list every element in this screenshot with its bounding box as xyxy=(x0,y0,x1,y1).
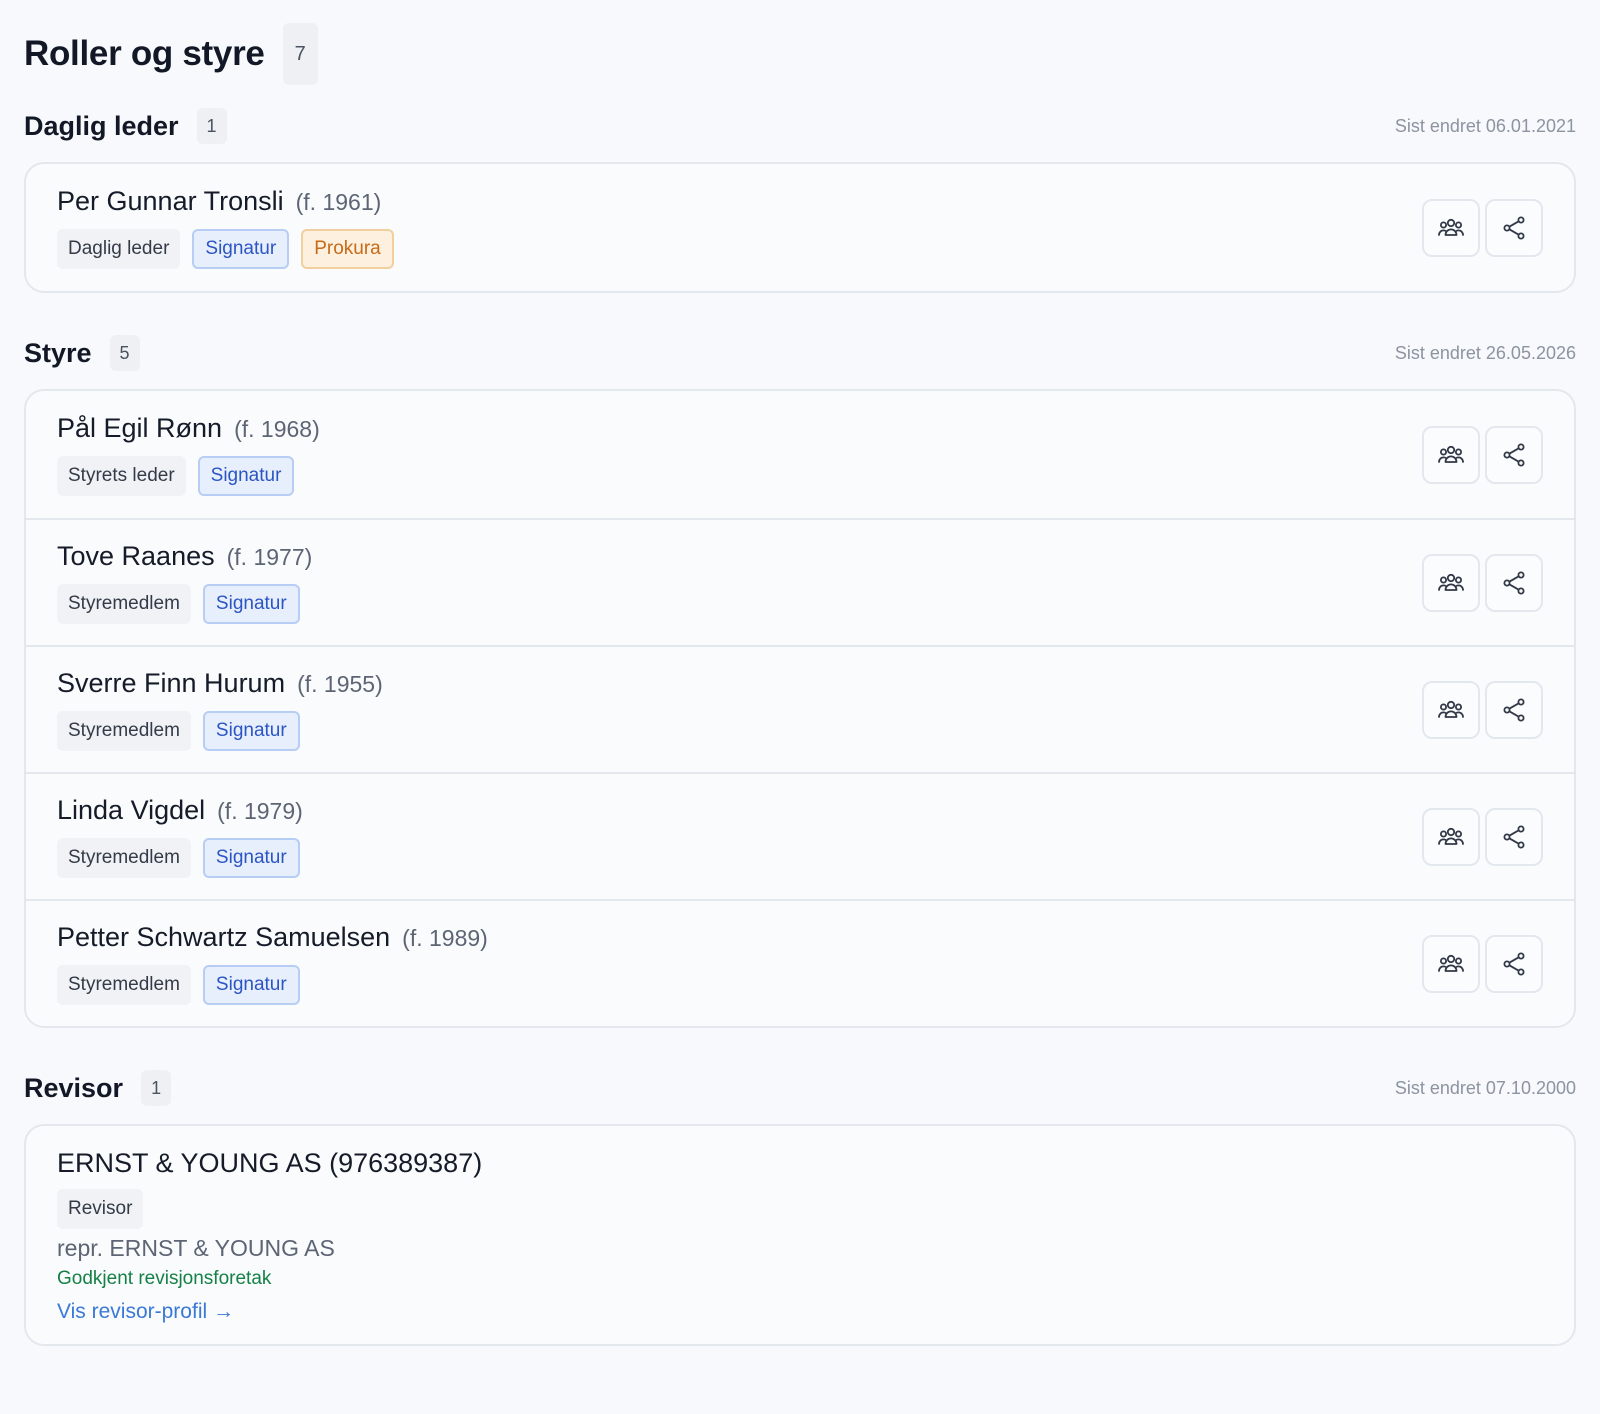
group-button[interactable] xyxy=(1422,553,1480,612)
page-title: Roller og styre xyxy=(24,34,265,73)
person-row: Per Gunnar Tronsli (f. 1961) Daglig lede… xyxy=(26,164,1574,291)
signatur-tag: Signatur xyxy=(197,456,295,496)
section-count-badge: 5 xyxy=(109,335,140,371)
total-count-badge: 7 xyxy=(282,23,318,85)
person-name[interactable]: Linda Vigdel xyxy=(57,795,205,826)
role-tag: Styrets leder xyxy=(57,456,186,496)
group-icon xyxy=(1438,827,1464,845)
section-title: Revisor xyxy=(24,1072,124,1103)
person-row: Petter Schwartz Samuelsen (f. 1989) Styr… xyxy=(26,899,1574,1026)
group-icon xyxy=(1438,218,1464,236)
person-row: Tove Raanes (f. 1977) Styremedlem Signat… xyxy=(26,518,1574,645)
page-header: Roller og styre 7 xyxy=(24,22,1576,86)
prokura-tag: Prokura xyxy=(301,229,394,269)
signatur-tag: Signatur xyxy=(202,965,300,1005)
signatur-tag: Signatur xyxy=(202,711,300,751)
last-changed-date: Sist endret 06.01.2021 xyxy=(1394,115,1576,136)
styre-card: Pål Egil Rønn (f. 1968) Styrets leder Si… xyxy=(24,389,1576,1028)
group-button[interactable] xyxy=(1422,807,1480,866)
person-birth-year: (f. 1961) xyxy=(295,189,382,215)
share-icon xyxy=(1503,216,1525,239)
section-title: Styre xyxy=(24,337,92,368)
group-icon xyxy=(1438,445,1464,463)
share-icon xyxy=(1503,825,1525,848)
share-icon xyxy=(1503,698,1525,721)
role-tag: Styremedlem xyxy=(57,711,191,751)
group-button[interactable] xyxy=(1422,425,1480,484)
person-row: Pål Egil Rønn (f. 1968) Styrets leder Si… xyxy=(26,391,1574,518)
person-name[interactable]: Petter Schwartz Samuelsen xyxy=(57,922,390,953)
person-row: Linda Vigdel (f. 1979) Styremedlem Signa… xyxy=(26,772,1574,899)
person-birth-year: (f. 1979) xyxy=(217,798,303,824)
role-tag: Styremedlem xyxy=(57,965,191,1005)
share-button[interactable] xyxy=(1485,198,1543,257)
share-button[interactable] xyxy=(1485,680,1543,739)
role-tag: Daglig leder xyxy=(57,229,181,269)
person-name[interactable]: Pål Egil Rønn xyxy=(57,413,222,444)
section-header: Styre 5 Sist endret 26.05.2026 xyxy=(24,333,1576,373)
share-button[interactable] xyxy=(1485,425,1543,484)
last-changed-date: Sist endret 26.05.2026 xyxy=(1394,342,1576,363)
share-button[interactable] xyxy=(1485,807,1543,866)
section-count-badge: 1 xyxy=(141,1070,172,1106)
group-button[interactable] xyxy=(1422,198,1480,257)
person-birth-year: (f. 1977) xyxy=(226,544,313,570)
daglig-leder-card: Per Gunnar Tronsli (f. 1961) Daglig lede… xyxy=(24,162,1576,293)
group-button[interactable] xyxy=(1422,934,1480,993)
group-icon xyxy=(1438,700,1464,718)
group-icon xyxy=(1438,573,1464,591)
role-tag: Revisor xyxy=(57,1189,144,1229)
section-count-badge: 1 xyxy=(196,108,227,144)
revisor-section: Revisor 1 Sist endret 07.10.2000 ERNST &… xyxy=(24,1068,1576,1346)
section-title: Daglig leder xyxy=(24,110,179,141)
last-changed-date: Sist endret 07.10.2000 xyxy=(1394,1077,1576,1098)
share-button[interactable] xyxy=(1485,934,1543,993)
role-tag: Styremedlem xyxy=(57,838,191,878)
signatur-tag: Signatur xyxy=(202,838,300,878)
revisor-card: ERNST & YOUNG AS (976389387) Revisor rep… xyxy=(24,1124,1576,1346)
section-header: Revisor 1 Sist endret 07.10.2000 xyxy=(24,1068,1576,1108)
share-icon xyxy=(1503,571,1525,594)
person-row: Sverre Finn Hurum (f. 1955) Styremedlem … xyxy=(26,645,1574,772)
revisor-profile-link[interactable]: Vis revisor-profil → xyxy=(57,1300,234,1323)
revisor-name[interactable]: ERNST & YOUNG AS (976389387) xyxy=(57,1148,1543,1179)
revisor-representative: repr. ERNST & YOUNG AS xyxy=(57,1235,335,1261)
signatur-tag: Signatur xyxy=(192,229,290,269)
person-name[interactable]: Tove Raanes xyxy=(57,541,215,572)
styre-section: Styre 5 Sist endret 26.05.2026 Pål Egil … xyxy=(24,333,1576,1028)
daglig-leder-section: Daglig leder 1 Sist endret 06.01.2021 Pe… xyxy=(24,106,1576,293)
group-icon xyxy=(1438,954,1464,972)
group-button[interactable] xyxy=(1422,680,1480,739)
share-icon xyxy=(1503,443,1525,466)
person-birth-year: (f. 1989) xyxy=(402,925,488,951)
approved-status: Godkjent revisjonsforetak xyxy=(57,1268,272,1289)
person-name[interactable]: Sverre Finn Hurum xyxy=(57,668,285,699)
person-name[interactable]: Per Gunnar Tronsli xyxy=(57,186,284,217)
share-icon xyxy=(1503,952,1525,975)
share-button[interactable] xyxy=(1485,553,1543,612)
section-header: Daglig leder 1 Sist endret 06.01.2021 xyxy=(24,106,1576,146)
person-birth-year: (f. 1968) xyxy=(234,416,320,442)
signatur-tag: Signatur xyxy=(202,584,300,624)
person-birth-year: (f. 1955) xyxy=(297,671,383,697)
role-tag: Styremedlem xyxy=(57,584,191,624)
